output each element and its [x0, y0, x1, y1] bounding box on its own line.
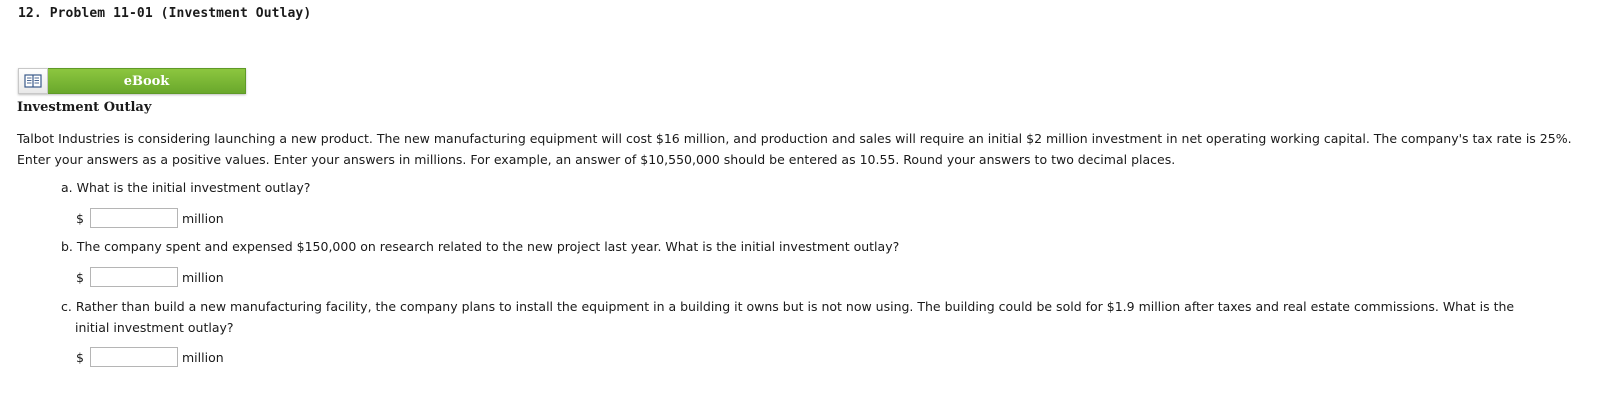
unit-label: million: [182, 210, 224, 226]
answer-row-a: $ million: [76, 207, 224, 229]
problem-title: 12. Problem 11-01 (Investment Outlay): [18, 6, 312, 21]
unit-label: million: [182, 269, 224, 285]
answer-input-a[interactable]: [90, 208, 178, 228]
answer-input-b[interactable]: [90, 267, 178, 287]
question-c-text: c. Rather than build a new manufacturing…: [61, 299, 1515, 335]
question-a-text: a. What is the initial investment outlay…: [61, 180, 311, 195]
answer-row-b: $ million: [76, 266, 224, 288]
currency-symbol: $: [76, 269, 84, 285]
answer-row-c: $ million: [76, 346, 224, 368]
ebook-icon-container[interactable]: [18, 68, 48, 94]
section-heading: Investment Outlay: [17, 100, 152, 115]
ebook-label[interactable]: eBook: [48, 68, 246, 94]
currency-symbol: $: [76, 349, 84, 365]
book-icon: [24, 74, 42, 88]
problem-intro-text: Talbot Industries is considering launchi…: [17, 131, 1572, 167]
currency-symbol: $: [76, 210, 84, 226]
ebook-button[interactable]: eBook: [18, 68, 246, 94]
question-b-text: b. The company spent and expensed $150,0…: [61, 239, 900, 254]
unit-label: million: [182, 349, 224, 365]
answer-input-c[interactable]: [90, 347, 178, 367]
